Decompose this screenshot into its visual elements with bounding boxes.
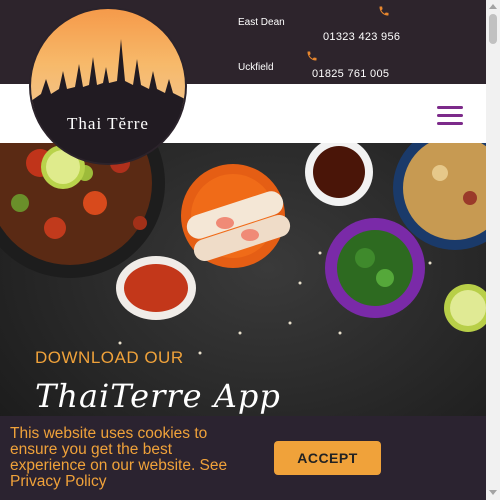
hamburger-menu-icon[interactable] [437, 106, 463, 126]
download-heading: DOWNLOAD OUR [35, 348, 184, 367]
location-east-dean: East Dean [238, 17, 285, 28]
phone-icon [379, 6, 389, 16]
scrollbar-thumb[interactable] [489, 14, 497, 44]
cookie-message-text: This website uses cookies to ensure you … [10, 425, 228, 474]
page-scrollbar[interactable] [486, 0, 500, 500]
cookie-message: This website uses cookies to ensure you … [10, 426, 250, 490]
app-name-heading: ThaiTerre App [35, 377, 281, 415]
phone-east-dean-link[interactable]: 01323 423 956 [323, 31, 400, 43]
phone-icon [307, 51, 317, 61]
location-uckfield: Uckfield [238, 62, 274, 73]
thai-terre-logo[interactable]: Thai Tĕrre [31, 9, 185, 163]
accept-cookies-button[interactable]: ACCEPT [274, 441, 381, 475]
scroll-up-arrow-icon[interactable] [489, 4, 497, 9]
temple-logo-icon [31, 9, 185, 163]
scroll-down-arrow-icon[interactable] [489, 490, 497, 495]
logo-text: Thai Tĕrre [67, 114, 149, 133]
cookie-banner: This website uses cookies to ensure you … [0, 416, 500, 500]
privacy-policy-link[interactable]: Privacy Policy [10, 473, 106, 490]
phone-uckfield-link[interactable]: 01825 761 005 [312, 68, 389, 80]
